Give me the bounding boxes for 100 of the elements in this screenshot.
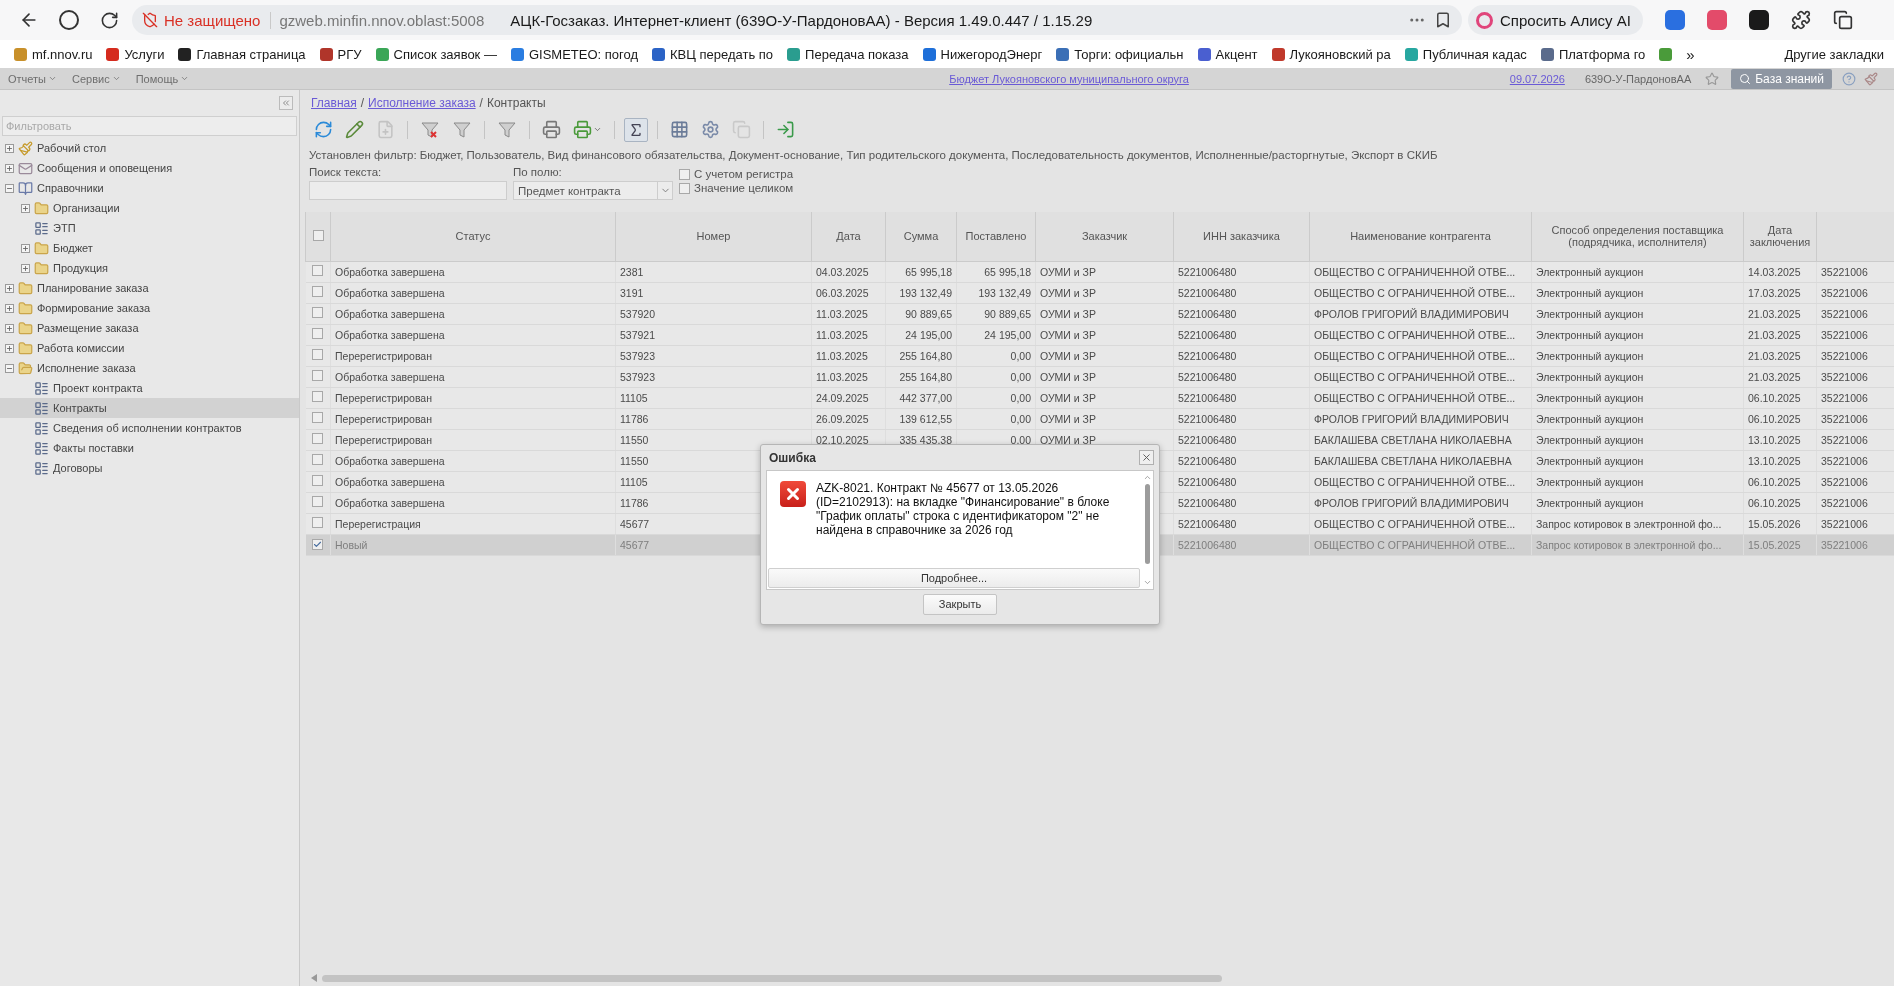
- scroll-down-icon[interactable]: [1142, 578, 1152, 587]
- bookmark-link[interactable]: Акцент: [1197, 46, 1258, 62]
- scroll-left-icon[interactable]: [311, 974, 317, 982]
- bookmark-link[interactable]: Платформа го: [1540, 46, 1646, 62]
- details-button[interactable]: Подробнее...: [768, 568, 1140, 588]
- column-header[interactable]: Дата заключения: [1743, 212, 1817, 261]
- row-checkbox[interactable]: [311, 454, 323, 465]
- expand-icon[interactable]: [5, 323, 14, 333]
- row-checkbox[interactable]: [311, 391, 323, 402]
- row-checkbox[interactable]: [311, 538, 323, 550]
- bookmark-link[interactable]: Список заявок —: [375, 46, 497, 62]
- row-checkbox[interactable]: [311, 349, 323, 360]
- table-row[interactable]: Перерегистрирован 11105 24.09.2025 442 377,00 0,00 ОУМИ и ЗР 5221006480 ОБЩЕСТВО С ОГРАНИЧЕННОЙ ОТВЕ... Электронный аукцион 06.10.2025 35221006: [305, 387, 1894, 408]
- menu-item[interactable]: Отчеты: [8, 72, 58, 85]
- row-checkbox[interactable]: [311, 370, 323, 381]
- column-header[interactable]: Номер: [615, 212, 812, 261]
- bookmark-link[interactable]: КВЦ передать по: [652, 46, 774, 62]
- column-header[interactable]: Дата: [811, 212, 886, 261]
- bookmark-link[interactable]: РГУ: [319, 46, 362, 62]
- bookmark-icon[interactable]: [1434, 11, 1452, 29]
- table-row[interactable]: Перерегистрирован 537923 11.03.2025 255 164,80 0,00 ОУМИ и ЗР 5221006480 ОБЩЕСТВО С ОГРАНИЧЕННОЙ ОТВЕ... Электронный аукцион 21.03.2025 35221006: [305, 345, 1894, 366]
- column-header[interactable]: Сумма: [885, 212, 957, 261]
- field-select[interactable]: Предмет контракта: [513, 181, 673, 200]
- table-row[interactable]: Обработка завершена 2381 04.03.2025 65 995,18 65 995,18 ОУМИ и ЗР 5221006480 ОБЩЕСТВО С ОГРАНИЧЕННОЙ ОТВЕ... Электронный аукцион 14.03.2025 35221006: [305, 261, 1894, 282]
- help-icon[interactable]: [1842, 71, 1856, 86]
- bookmarks-overflow[interactable]: »: [1686, 45, 1695, 63]
- bookmark-icon[interactable]: [1659, 47, 1673, 61]
- date-link[interactable]: 09.07.2026: [1509, 72, 1565, 85]
- collapse-sidebar-button[interactable]: [279, 96, 293, 110]
- table-row[interactable]: Перерегистрирован 11786 26.09.2025 139 612,55 0,00 ОУМИ и ЗР 5221006480 ФРОЛОВ ГРИГОРИЙ ВЛАДИМИРОВИЧ Электронный аукцион 06.10.2025 35221006: [305, 408, 1894, 429]
- tree-item[interactable]: ЭТП: [0, 218, 299, 238]
- breadcrumb-link[interactable]: Исполнение заказа: [368, 95, 476, 110]
- bookmark-link[interactable]: Услуги: [106, 46, 165, 62]
- expand-icon[interactable]: [21, 243, 30, 253]
- extensions-icon[interactable]: [1790, 10, 1811, 30]
- tree-item[interactable]: Планирование заказа: [0, 278, 299, 298]
- menu-item[interactable]: Помощь: [135, 72, 190, 85]
- breadcrumb-link[interactable]: Главная: [311, 95, 357, 110]
- table-row[interactable]: Обработка завершена 3191 06.03.2025 193 132,49 193 132,49 ОУМИ и ЗР 5221006480 ОБЩЕСТВО С ОГРАНИЧЕННОЙ ОТВЕ... Электронный аукцион 17.03.2025 35221006: [305, 282, 1894, 303]
- bookmark-link[interactable]: GISMETEO: погод: [510, 46, 639, 62]
- tree-item[interactable]: Сообщения и оповещения: [0, 158, 299, 178]
- tree-item[interactable]: Работа комиссии: [0, 338, 299, 358]
- checkbox[interactable]: [679, 168, 690, 180]
- other-bookmarks-link[interactable]: Другие закладки: [1784, 46, 1884, 62]
- bookmark-link[interactable]: Передача показа: [787, 46, 909, 62]
- option-checkbox[interactable]: С учетом регистра: [679, 168, 794, 180]
- expand-icon[interactable]: [21, 203, 30, 213]
- alice-button[interactable]: Спросить Алису AI: [1468, 5, 1643, 35]
- tree-item[interactable]: Договоры: [0, 458, 299, 478]
- tree-item[interactable]: Факты поставки: [0, 438, 299, 458]
- column-header[interactable]: Статус: [330, 212, 616, 261]
- bookmark-link[interactable]: Публичная кадас: [1404, 46, 1527, 62]
- row-checkbox[interactable]: [311, 517, 323, 528]
- expand-icon[interactable]: [5, 163, 14, 173]
- tree-item[interactable]: Сведения об исполнении контрактов: [0, 418, 299, 438]
- column-header[interactable]: Заказчик: [1035, 212, 1174, 261]
- option-checkbox[interactable]: Значение целиком: [679, 182, 794, 194]
- budget-link[interactable]: Бюджет Лукояновского муниципального округа: [949, 72, 1189, 85]
- address-bar[interactable]: Не защищено gzweb.minfin.nnov.oblast:5008 АЦК-Госзаказ. Интернет-клиент (639О-У-ПардоновАА) - Версия 1.49.0.447 / 1.15.29: [132, 5, 1462, 35]
- row-checkbox[interactable]: [311, 475, 323, 486]
- row-checkbox[interactable]: [311, 328, 323, 339]
- expand-icon[interactable]: [5, 343, 14, 353]
- tree-item[interactable]: Формирование заказа: [0, 298, 299, 318]
- bookmark-link[interactable]: Лукояновский ра: [1271, 46, 1391, 62]
- table-row[interactable]: Обработка завершена 537923 11.03.2025 255 164,80 0,00 ОУМИ и ЗР 5221006480 ОБЩЕСТВО С ОГРАНИЧЕННОЙ ОТВЕ... Электронный аукцион 21.03.2025 35221006: [305, 366, 1894, 387]
- select-all-checkbox[interactable]: [312, 229, 324, 241]
- row-checkbox[interactable]: [311, 307, 323, 318]
- extension-icon[interactable]: [1748, 10, 1769, 30]
- row-checkbox[interactable]: [311, 412, 323, 423]
- scroll-up-icon[interactable]: [1142, 473, 1152, 482]
- column-header[interactable]: Способ определения поставщика (подрядчика, исполнителя): [1531, 212, 1744, 261]
- tree-item[interactable]: Контракты: [0, 398, 299, 418]
- close-button[interactable]: [1139, 450, 1154, 465]
- sum-button[interactable]: [624, 117, 648, 142]
- bookmark-link[interactable]: Торги: официальн: [1056, 46, 1184, 62]
- tree-item[interactable]: Справочники: [0, 178, 299, 198]
- tree-item[interactable]: Бюджет: [0, 238, 299, 258]
- search-field[interactable]: [309, 181, 507, 200]
- filter-field[interactable]: Фильтровать: [2, 116, 297, 136]
- bookmark-link[interactable]: НижегородЭнерг: [922, 46, 1043, 62]
- table-row[interactable]: Обработка завершена 537920 11.03.2025 90 889,65 90 889,65 ОУМИ и ЗР 5221006480 ФРОЛОВ ГРИГОРИЙ ВЛАДИМИРОВИЧ Электронный аукцион 21.03.2025 35221006: [305, 303, 1894, 324]
- bookmark-link[interactable]: mf.nnov.ru: [14, 46, 93, 62]
- expand-icon[interactable]: [5, 283, 14, 293]
- checkbox[interactable]: [679, 182, 690, 194]
- row-checkbox[interactable]: [311, 286, 323, 297]
- tree-item[interactable]: Проект контракта: [0, 378, 299, 398]
- collapse-icon[interactable]: [5, 363, 14, 373]
- column-header[interactable]: ИНН заказчика: [1173, 212, 1310, 261]
- column-header[interactable]: Наименование контрагента: [1309, 212, 1532, 261]
- expand-icon[interactable]: [5, 303, 14, 313]
- tree-item[interactable]: Рабочий стол: [0, 138, 299, 158]
- star-icon[interactable]: [1705, 71, 1720, 86]
- tree-item[interactable]: Организации: [0, 198, 299, 218]
- close-dialog-button[interactable]: Закрыть: [923, 593, 997, 615]
- expand-icon[interactable]: [21, 263, 30, 273]
- tree-item[interactable]: Исполнение заказа: [0, 358, 299, 378]
- tree-item[interactable]: Размещение заказа: [0, 318, 299, 338]
- collapse-icon[interactable]: [5, 183, 14, 193]
- brush-icon[interactable]: [1864, 71, 1878, 86]
- row-checkbox[interactable]: [311, 265, 323, 276]
